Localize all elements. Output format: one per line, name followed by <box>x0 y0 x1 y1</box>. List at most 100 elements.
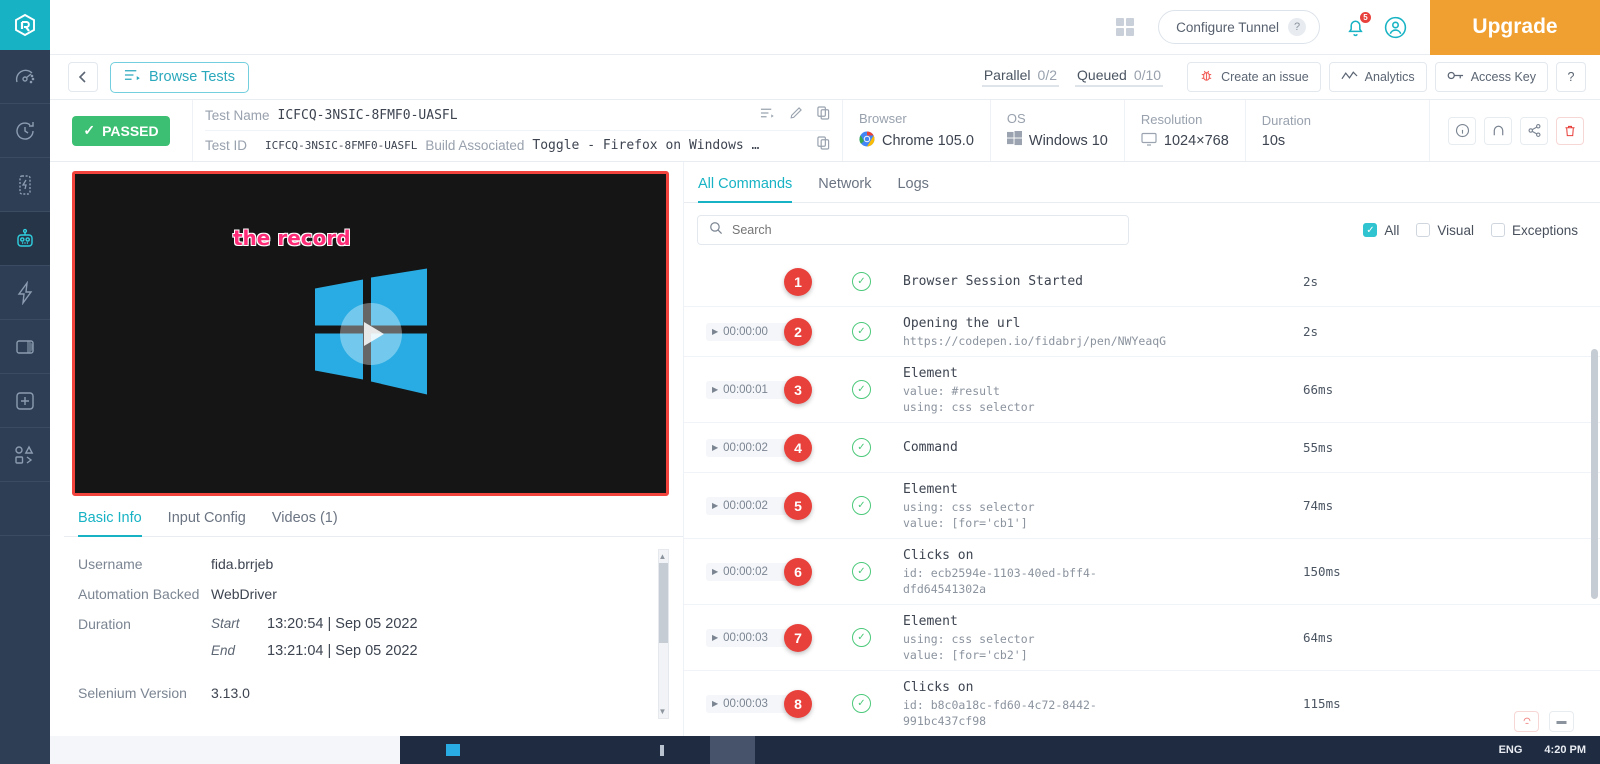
copy-icon[interactable] <box>817 136 830 155</box>
command-title: Element <box>903 366 958 381</box>
command-row[interactable]: ▶ 00:00:03 7 ✓ Element using: css selector val… <box>684 605 1600 671</box>
sidebar-item-integrations[interactable] <box>0 374 50 428</box>
expand-arrow-icon[interactable]: ▶ <box>712 567 718 576</box>
command-detail: using: css selector <box>903 632 1035 646</box>
taskbar-clock[interactable]: 4:20 PM <box>1544 744 1586 756</box>
command-row[interactable]: ▶ 00:00:02 4 ✓ Command 55ms <box>684 423 1600 473</box>
filter-exceptions[interactable]: Exceptions <box>1490 223 1578 238</box>
command-row[interactable]: ▶ 00:00:02 6 ✓ Clicks on id: ecb2594e-1103-40… <box>684 539 1600 605</box>
command-row[interactable]: ▶ 00:00:02 5 ✓ Element using: css selector val… <box>684 473 1600 539</box>
bug-report-icon[interactable] <box>1514 711 1539 732</box>
analytics-line-icon <box>1341 70 1358 85</box>
parallel-value: 0/2 <box>1037 67 1058 83</box>
tab-videos[interactable]: Videos (1) <box>272 510 338 537</box>
test-name-value: ICFCQ-3NSIC-8FMF0-UASFL <box>277 107 458 123</box>
taskbar-active-app[interactable] <box>710 736 755 764</box>
tab-logs[interactable]: Logs <box>897 176 928 203</box>
share-icon[interactable] <box>1520 116 1548 145</box>
expand-arrow-icon[interactable]: ▶ <box>712 633 718 642</box>
command-text: Element using: css selector value: [for='c… <box>903 480 1303 531</box>
sidebar-item-timeline[interactable] <box>0 104 50 158</box>
sidebar-item-automation[interactable] <box>0 212 50 266</box>
filter-visual-checkbox[interactable] <box>1416 223 1431 237</box>
expand-arrow-icon[interactable]: ▶ <box>712 385 718 394</box>
grid-apps-icon[interactable] <box>1114 16 1136 38</box>
command-text: Browser Session Started <box>903 272 1303 291</box>
video-player[interactable]: the record <box>72 171 669 496</box>
scroll-up-icon[interactable]: ▲ <box>657 550 668 563</box>
duration-end: End 13:21:04 | Sep 05 2022 <box>211 643 418 659</box>
test-id-label: Test ID <box>205 138 248 153</box>
meta-duration-label: Duration <box>1261 112 1311 128</box>
search-box[interactable] <box>697 215 1129 245</box>
expand-arrow-icon[interactable]: ▶ <box>712 501 718 510</box>
command-step-number: 5 <box>784 491 812 520</box>
command-row[interactable]: ▶ 00:00:00 2 ✓ Opening the url https://codepe… <box>684 307 1600 357</box>
command-row[interactable]: ▶ 00:00:01 3 ✓ Element value: #result using: c… <box>684 357 1600 423</box>
command-step-number: 8 <box>784 689 812 718</box>
expand-arrow-icon[interactable]: ▶ <box>712 699 718 708</box>
help-button[interactable]: ? <box>1556 62 1586 92</box>
command-row[interactable]: ▶ 00:00:03 8 ✓ Clicks on id: b8c0a18c-fd60-4c… <box>684 671 1600 735</box>
configure-tunnel-button[interactable]: Configure Tunnel ? <box>1158 10 1320 44</box>
tab-basic-info[interactable]: Basic Info <box>78 510 142 537</box>
user-avatar-icon[interactable] <box>1383 15 1408 40</box>
tab-all-commands[interactable]: All Commands <box>698 176 793 203</box>
command-row[interactable]: 1 ✓ Browser Session Started 2s <box>684 257 1600 307</box>
browse-tests-button[interactable]: Browse Tests <box>110 61 249 93</box>
command-time-value: 00:00:03 <box>723 697 768 710</box>
create-issue-button[interactable]: Create an issue <box>1187 62 1321 92</box>
tunnel-help-icon[interactable]: ? <box>1288 18 1306 36</box>
filter-visual[interactable]: Visual <box>1416 223 1474 238</box>
automation-label: Automation Backed <box>78 586 200 602</box>
taskbar-app-icon[interactable] <box>446 744 460 756</box>
analytics-button[interactable]: Analytics <box>1328 62 1427 92</box>
basic-info-scroll-thumb[interactable] <box>659 563 668 643</box>
filter-all-checkbox[interactable]: ✓ <box>1363 223 1378 237</box>
video-overlay-text: the record <box>233 226 351 250</box>
magnet-icon[interactable] <box>1484 116 1512 145</box>
upgrade-button[interactable]: Upgrade <box>1430 0 1600 55</box>
expand-arrow-icon[interactable]: ▶ <box>712 443 718 452</box>
edit-pencil-icon[interactable] <box>789 106 803 125</box>
username-value: fida.brrjeb <box>211 556 274 572</box>
automation-value: WebDriver <box>211 586 277 602</box>
back-button[interactable] <box>68 62 98 92</box>
command-title: Element <box>903 614 958 629</box>
notification-bell-icon[interactable]: 5 <box>1344 10 1372 39</box>
delete-icon[interactable] <box>1556 116 1584 145</box>
collapse-icon[interactable]: ▬ <box>1549 711 1574 732</box>
sidebar-item-dashboard[interactable] <box>0 50 50 104</box>
command-detail: value: [for='cb2'] <box>903 648 1028 662</box>
info-icon[interactable] <box>1448 116 1476 145</box>
tab-network[interactable]: Network <box>818 176 871 203</box>
tab-input-config[interactable]: Input Config <box>168 510 246 537</box>
brand-logo[interactable] <box>0 0 50 50</box>
meta-browser-label: Browser <box>859 110 907 126</box>
sidebar-item-developer-tools[interactable] <box>0 428 50 482</box>
sidebar-item-visual-testing[interactable] <box>0 320 50 374</box>
copy-icon[interactable] <box>817 105 830 125</box>
filter-exceptions-checkbox[interactable] <box>1490 223 1505 237</box>
access-key-button[interactable]: Access Key <box>1434 62 1548 92</box>
expand-arrow-icon[interactable]: ▶ <box>712 327 718 336</box>
parallel-stat: Parallel 0/2 <box>981 67 1060 87</box>
taskbar-language[interactable]: ENG <box>1499 744 1523 756</box>
play-button-icon[interactable] <box>339 302 402 365</box>
commands-scrollbar-thumb[interactable] <box>1591 349 1598 599</box>
filter-all[interactable]: ✓ All <box>1363 223 1399 238</box>
sidebar-item-more[interactable] <box>0 482 50 536</box>
taskbar-apps[interactable] <box>400 736 710 764</box>
meta-os-value: Windows 10 <box>1028 132 1108 149</box>
list-icon[interactable] <box>760 106 775 124</box>
scroll-down-icon[interactable]: ▼ <box>657 705 668 718</box>
taskbar-app-icon-2[interactable] <box>660 744 664 756</box>
sidebar-item-hyperexecute[interactable] <box>0 266 50 320</box>
command-duration: 64ms <box>1303 630 1334 645</box>
test-name-cell: Test Name ICFCQ-3NSIC-8FMF0-UASFL Test I… <box>192 100 842 161</box>
meta-browser: Browser Chrome 105.0 <box>842 100 990 161</box>
sidebar-item-realtime[interactable] <box>0 158 50 212</box>
browse-tests-label: Browse Tests <box>149 69 235 85</box>
commands-list[interactable]: 1 ✓ Browser Session Started 2s ▶ 00:00:00 2 ✓ Op… <box>684 257 1600 735</box>
search-input[interactable] <box>732 223 1117 237</box>
